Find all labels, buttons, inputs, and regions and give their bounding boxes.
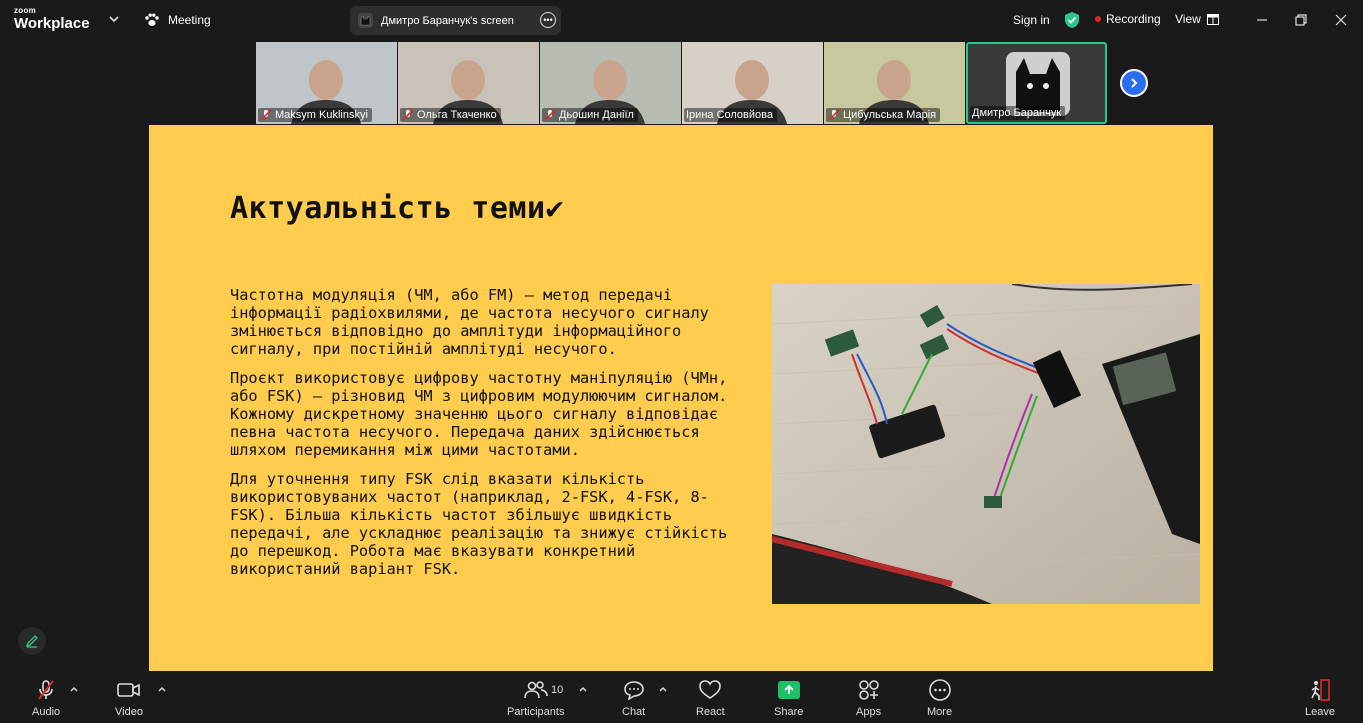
participant-name-bar: Ольга Ткаченко [400, 108, 501, 122]
leave-label: Leave [1305, 706, 1335, 718]
apps-label: Apps [856, 706, 882, 718]
share-button[interactable]: Share [774, 679, 803, 718]
recording-indicator[interactable]: Recording [1095, 12, 1161, 26]
participant-name-bar: Ірина Соловйова [684, 108, 777, 122]
chevron-down-icon[interactable] [108, 13, 120, 25]
chat-icon [623, 679, 645, 701]
annotate-button[interactable] [18, 627, 46, 655]
participant-strip: Maksym Kuklinskyi Ольга Ткаченко Дьошин Да… [256, 42, 1107, 124]
audio-button[interactable]: Audio [32, 679, 60, 718]
participant-name: Maksym Kuklinskyi [275, 109, 368, 121]
shared-slide: Актуальність теми✔ Частотна модуляція (Ч… [149, 125, 1213, 671]
participant-tile[interactable]: Maksym Kuklinskyi [256, 42, 397, 124]
more-label: More [927, 706, 953, 718]
chat-caret-icon[interactable] [658, 685, 668, 693]
meeting-label: Meeting [168, 13, 211, 27]
react-label: React [696, 706, 725, 718]
participant-tile[interactable]: Ольга Ткаченко [398, 42, 539, 124]
participant-tile[interactable]: Цибульська Марія [824, 42, 965, 124]
participant-name: Ольга Ткаченко [417, 109, 497, 121]
cat-avatar-icon [358, 13, 373, 28]
meeting-menu-button[interactable]: Meeting [144, 11, 211, 29]
circuit-photo-image [772, 284, 1200, 604]
screen-share-pill[interactable]: Дмитро Баранчук's screen ••• [350, 6, 561, 35]
participant-name: Цибульська Марія [843, 109, 937, 121]
audio-caret-icon[interactable] [69, 685, 79, 693]
minimize-icon[interactable] [1252, 10, 1272, 30]
participants-count-badge: 10 [551, 684, 564, 696]
video-camera-icon [117, 679, 141, 701]
app-logo[interactable]: zoom Workplace [14, 6, 90, 32]
logo-small-text: zoom [14, 6, 37, 15]
restore-icon[interactable] [1291, 10, 1311, 30]
microphone-muted-icon [402, 109, 414, 121]
leave-door-icon [1309, 679, 1331, 701]
audio-label: Audio [32, 706, 61, 718]
recording-label: Recording [1106, 12, 1161, 26]
share-label: Share [774, 706, 804, 718]
checkmark-icon: ✔ [545, 191, 565, 226]
participant-name: Дьошин Даніїл [559, 109, 634, 121]
share-screen-icon [777, 679, 800, 701]
slide-paragraph: Для уточнення типу FSK слід вказати кіль… [230, 470, 728, 578]
participants-caret-icon[interactable] [578, 685, 588, 693]
chat-label: Chat [622, 706, 646, 718]
slide-body: Частотна модуляція (ЧМ, або FM) — метод … [230, 286, 740, 589]
more-button[interactable]: More [927, 679, 952, 718]
microphone-muted-icon [544, 109, 556, 121]
bottom-toolbar: Audio Video Participants 10 Chat React S… [0, 671, 1363, 723]
participant-name-bar: Цибульська Марія [826, 108, 941, 122]
close-icon[interactable] [1331, 10, 1351, 30]
apps-button[interactable]: Apps [856, 679, 881, 718]
video-button[interactable]: Video [115, 679, 143, 718]
top-bar: zoom Workplace Meeting Дмитро Баранчук's… [0, 0, 1363, 40]
participant-tile[interactable]: Дьошин Даніїл [540, 42, 681, 124]
more-icon [928, 679, 951, 701]
video-label: Video [115, 706, 143, 718]
react-button[interactable]: React [696, 679, 725, 718]
apps-icon [858, 679, 880, 701]
slide-paragraph: Проєкт використовує цифрову частотну ман… [230, 369, 728, 459]
leave-button[interactable]: Leave [1305, 679, 1335, 718]
sign-in-link[interactable]: Sign in [1013, 13, 1050, 27]
more-options-icon[interactable]: ••• [540, 12, 556, 28]
participant-name: Дмитро Баранчук [972, 107, 1062, 119]
next-page-button[interactable] [1120, 69, 1148, 97]
view-label: View [1175, 12, 1201, 26]
view-button[interactable]: View [1175, 12, 1219, 26]
participant-tile[interactable]: Дмитро Баранчук [966, 42, 1107, 124]
pencil-icon [25, 635, 38, 648]
microphone-muted-icon [35, 679, 57, 701]
participant-name: Ірина Соловйова [686, 109, 773, 121]
shield-check-icon[interactable] [1064, 11, 1080, 29]
slide-paragraph: Частотна модуляція (ЧМ, або FM) — метод … [230, 286, 709, 358]
participants-icon [523, 679, 548, 701]
participant-name-bar: Дьошин Даніїл [542, 108, 638, 122]
participant-name-bar: Maksym Kuklinskyi [258, 108, 372, 122]
slide-photo [772, 284, 1200, 604]
video-caret-icon[interactable] [157, 685, 167, 693]
chat-button[interactable]: Chat [622, 679, 645, 718]
microphone-muted-icon [260, 109, 272, 121]
heart-icon [699, 679, 722, 701]
microphone-muted-icon [828, 109, 840, 121]
recording-dot-icon [1095, 16, 1101, 22]
participants-label: Participants [507, 706, 565, 718]
participant-tile[interactable]: Ірина Соловйова [682, 42, 823, 124]
chevron-right-icon [1131, 78, 1138, 88]
slide-title-text: Актуальність теми [230, 191, 546, 226]
paw-icon [145, 13, 159, 26]
grid-view-icon [1206, 13, 1219, 25]
participant-name-bar: Дмитро Баранчук [970, 106, 1066, 120]
screen-share-label: Дмитро Баранчук's screen [381, 14, 514, 27]
logo-big-text: Workplace [14, 15, 90, 32]
slide-title: Актуальність теми✔ [230, 191, 564, 226]
